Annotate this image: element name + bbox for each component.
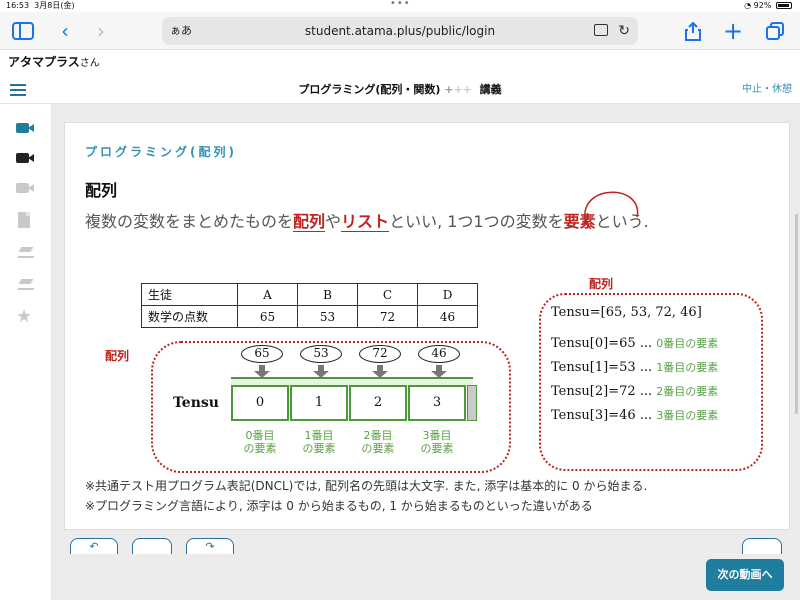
element-circle-annotation bbox=[584, 191, 639, 230]
forward-button[interactable]: ↷ bbox=[186, 538, 234, 554]
table-cell: 46 bbox=[417, 305, 478, 328]
lesson-title: プログラミング(配列・関数) +++ 講義 bbox=[298, 83, 502, 96]
share-icon[interactable] bbox=[680, 18, 706, 44]
down-arrow-icon bbox=[254, 365, 270, 378]
cube-side-face bbox=[467, 385, 477, 421]
array-name: Tensu bbox=[173, 395, 219, 411]
app-header: プログラミング(配列・関数) +++ 講義 中止・休憩 bbox=[0, 76, 800, 104]
battery-percent: 92% bbox=[753, 1, 772, 10]
table-row-label: 生徒 bbox=[141, 283, 238, 306]
table-cell: A bbox=[237, 283, 298, 306]
table-cell: B bbox=[297, 283, 358, 306]
value-oval: 65 bbox=[241, 345, 283, 363]
down-arrow-icon bbox=[372, 365, 388, 378]
section-label: プログラミング(配列) bbox=[85, 145, 237, 159]
exercise-icon[interactable] bbox=[16, 244, 36, 260]
video-icon-disabled[interactable] bbox=[16, 180, 36, 196]
scrollbar[interactable] bbox=[795, 214, 798, 414]
code-declaration: Tensu=[65, 53, 72, 46] bbox=[551, 305, 702, 320]
element-label: 3番目 の要素 bbox=[420, 429, 454, 455]
tabs-overview-icon[interactable] bbox=[762, 18, 788, 44]
new-tab-icon[interactable]: + bbox=[720, 18, 746, 44]
array-cell: 1 bbox=[290, 385, 348, 421]
status-time-date: 16:53 3月8日(金) bbox=[6, 1, 75, 10]
down-arrow-icon bbox=[431, 365, 447, 378]
code-line: Tensu[1]=53 ... 1番目の要素 bbox=[551, 360, 719, 375]
video-icon-active[interactable] bbox=[16, 120, 36, 136]
slide-heading: 配列 bbox=[85, 181, 118, 200]
code-line: Tensu[0]=65 ... 0番目の要素 bbox=[551, 336, 719, 351]
forward-icon[interactable]: › bbox=[88, 18, 114, 44]
video-icon[interactable] bbox=[16, 150, 36, 166]
extension-icon[interactable] bbox=[594, 24, 608, 36]
element-label: 2番目 の要素 bbox=[361, 429, 395, 455]
fullscreen-button[interactable] bbox=[742, 538, 782, 554]
left-sidebar: ★ bbox=[0, 104, 52, 600]
table-cell: C bbox=[357, 283, 418, 306]
table-cell: 72 bbox=[357, 305, 418, 328]
star-icon[interactable]: ★ bbox=[16, 306, 36, 327]
note-languages: ※プログラミング言語により, 添字は 0 から始まるもの, 1 から始まるものと… bbox=[85, 499, 593, 513]
code-line: Tensu[3]=46 ... 3番目の要素 bbox=[551, 408, 719, 423]
reload-icon[interactable]: ↻ bbox=[618, 17, 630, 45]
down-arrow-icon bbox=[313, 365, 329, 378]
definition-sentence: 複数の変数をまとめたものを配列やリストといい, 1つ1つの変数を要素という. bbox=[85, 212, 649, 231]
array-cell: 2 bbox=[349, 385, 407, 421]
element-label: 0番目 の要素 bbox=[243, 429, 277, 455]
sidebar-toggle-icon[interactable] bbox=[10, 18, 36, 44]
multitask-dots[interactable]: ••• bbox=[390, 0, 411, 10]
code-line: Tensu[2]=72 ... 2番目の要素 bbox=[551, 384, 719, 399]
address-bar[interactable]: ぁあ student.atama.plus/public/login ↻ bbox=[162, 17, 638, 45]
user-strip: アタマプラスさん bbox=[0, 50, 800, 74]
user-name: アタマプラス bbox=[8, 55, 80, 69]
play-button[interactable] bbox=[132, 538, 172, 554]
document-icon[interactable] bbox=[16, 212, 36, 228]
pause-button[interactable]: 中止・休憩 bbox=[742, 76, 792, 104]
array-cell: 3 bbox=[408, 385, 466, 421]
array-cell: 0 bbox=[231, 385, 289, 421]
element-label: 1番目 の要素 bbox=[302, 429, 336, 455]
value-oval: 53 bbox=[300, 345, 342, 363]
table-cell: 53 bbox=[297, 305, 358, 328]
rewind-button[interactable]: ↶ bbox=[70, 538, 118, 554]
value-oval: 72 bbox=[359, 345, 401, 363]
score-table: 生徒 A B C D 数学の点数 65 53 72 46 bbox=[141, 283, 478, 328]
url-text: student.atama.plus/public/login bbox=[304, 24, 496, 38]
table-row-label: 数学の点数 bbox=[141, 305, 238, 328]
exercise-icon-2[interactable] bbox=[16, 276, 36, 292]
array-tag-left: 配列 bbox=[105, 349, 130, 363]
wifi-icon: ◔ bbox=[744, 1, 752, 10]
table-cell: D bbox=[417, 283, 478, 306]
lecture-slide: プログラミング(配列) 配列 複数の変数をまとめたものを配列やリストといい, 1… bbox=[64, 122, 790, 530]
table-row: 数学の点数 65 53 72 46 bbox=[141, 305, 478, 328]
main-area: プログラミング(配列) 配列 複数の変数をまとめたものを配列やリストといい, 1… bbox=[52, 104, 800, 600]
array-tag-right: 配列 bbox=[589, 277, 614, 291]
table-cell: 65 bbox=[237, 305, 298, 328]
back-icon[interactable]: ‹ bbox=[52, 18, 78, 44]
browser-toolbar: ‹ › ぁあ student.atama.plus/public/login ↻… bbox=[0, 12, 800, 50]
note-dncl: ※共通テスト用プログラム表記(DNCL)では, 配列名の先頭は大文字. また, … bbox=[85, 479, 648, 493]
next-video-button[interactable]: 次の動画へ bbox=[706, 559, 784, 591]
table-row: 生徒 A B C D bbox=[141, 283, 478, 306]
status-bar: 16:53 3月8日(金) ••• ◔ 92% bbox=[0, 0, 800, 12]
value-oval: 46 bbox=[418, 345, 460, 363]
battery-icon bbox=[776, 2, 792, 9]
user-suffix: さん bbox=[79, 58, 100, 69]
status-right: ◔ 92% bbox=[744, 0, 792, 12]
